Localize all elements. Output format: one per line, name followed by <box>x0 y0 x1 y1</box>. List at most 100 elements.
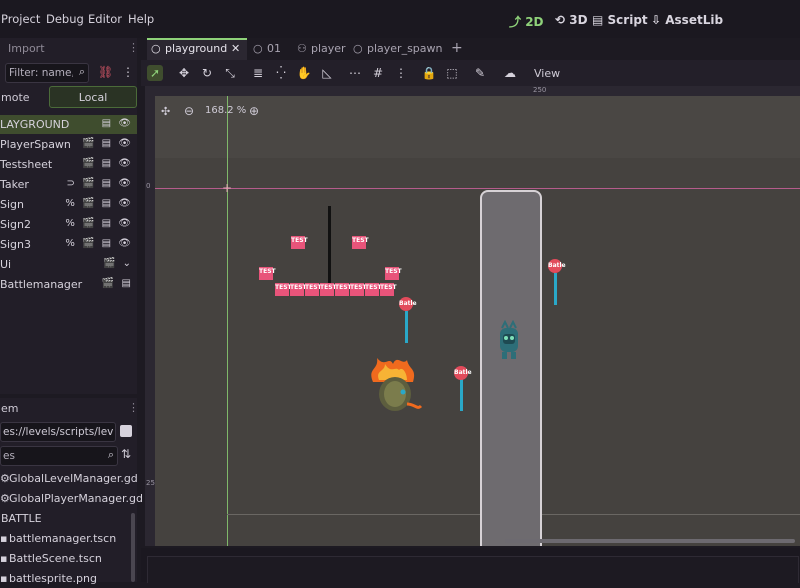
instance-scene-icon[interactable]: ⛓ <box>98 65 113 79</box>
tree-node-battlemanager[interactable]: Battlemanager 🎬 ▤ <box>0 275 137 294</box>
file-item[interactable]: ▪ BattleScene.tscn <box>0 549 137 568</box>
list-select-icon[interactable]: ≣ <box>250 65 266 81</box>
tree-node-ui[interactable]: Ui 🎬 ⌄ <box>0 255 137 274</box>
grid-snap-icon[interactable]: # <box>370 65 386 81</box>
pole-sprite[interactable] <box>328 206 331 284</box>
more-options-icon[interactable]: ⋮ <box>393 65 409 81</box>
test-block[interactable]: TEST <box>352 236 369 249</box>
scene-options-icon[interactable]: ⋮ <box>122 65 134 79</box>
scale-tool-icon[interactable]: ⤡ <box>222 65 238 81</box>
move-tool-icon[interactable]: ✥ <box>176 65 192 81</box>
zoom-out-icon[interactable]: ⊖ <box>184 104 194 118</box>
close-icon[interactable]: ✕ <box>231 42 240 55</box>
test-block[interactable]: TEST <box>291 236 308 249</box>
file-item[interactable]: ⚙ GlobalLevelManager.gd <box>0 469 138 488</box>
mode-assetlib-button[interactable]: ⇩ AssetLib <box>651 13 723 27</box>
tree-node-testsheet[interactable]: Testsheet 🎬 ▤ 👁 <box>0 155 137 174</box>
node-icons[interactable]: % 🎬 ▤ 👁 <box>65 198 133 209</box>
bone-icon[interactable]: ✎ <box>472 65 488 81</box>
lock-icon[interactable]: 🔒 <box>421 65 437 81</box>
center-view-icon[interactable]: ✣ <box>161 105 170 118</box>
zoom-level[interactable]: 168.2 % <box>205 105 246 116</box>
node-icons[interactable]: % 🎬 ▤ 👁 <box>65 238 133 249</box>
mode-2d-label: 2D <box>525 15 544 29</box>
add-tab-icon[interactable]: + <box>451 40 463 56</box>
tab-playground[interactable]: ○ playground ✕ <box>147 38 247 60</box>
file-name: GlobalLevelManager.gd <box>9 472 138 485</box>
test-block[interactable]: TEST <box>365 283 382 296</box>
tab-label: player <box>311 42 346 55</box>
file-search-input[interactable]: es ⌕ <box>0 446 118 466</box>
dock-menu-icon[interactable]: ⋮ <box>128 41 139 54</box>
tab-player-spawn[interactable]: ○ player_spawn <box>351 38 443 60</box>
menu-project[interactable]: Project <box>1 12 40 26</box>
pan-tool-icon[interactable]: ✋ <box>296 65 312 81</box>
node-icons[interactable]: 🎬 ▤ 👁 <box>82 138 133 149</box>
tree-node-playground[interactable]: LAYGROUND ▤ 👁 <box>0 115 137 134</box>
tree-node-label: Sign2 <box>0 218 31 231</box>
sort-icon[interactable]: ⇅ <box>121 447 131 461</box>
test-block[interactable]: TEST <box>320 283 337 296</box>
path-input[interactable]: es://levels/scripts/level.g <box>0 422 116 442</box>
tree-node-sign2[interactable]: Sign2 % 🎬 ▤ 👁 <box>0 215 137 234</box>
mode-assetlib-label: AssetLib <box>665 13 724 27</box>
node-icons[interactable]: 🎬 ▤ <box>102 278 133 289</box>
file-item[interactable]: ▪ battlesprite.png <box>0 569 137 588</box>
tree-node-label: Sign3 <box>0 238 31 251</box>
zoom-in-icon[interactable]: ⊕ <box>249 104 259 118</box>
sign-sprite[interactable]: Batle <box>454 366 472 380</box>
sign-sprite[interactable]: Batle <box>399 297 417 311</box>
enemy-sprite[interactable] <box>363 352 425 414</box>
mode-3d-button[interactable]: ⟲ 3D <box>555 13 588 27</box>
test-block[interactable]: TEST <box>335 283 352 296</box>
select-tool-icon[interactable]: ➚ <box>147 65 163 81</box>
ruler-tool-icon[interactable]: ◺ <box>319 65 335 81</box>
test-block[interactable]: TEST <box>259 267 276 280</box>
tree-node-sign[interactable]: Sign % 🎬 ▤ 👁 <box>0 195 137 214</box>
test-block[interactable]: TEST <box>305 283 322 296</box>
node-icons[interactable]: % 🎬 ▤ 👁 <box>65 218 133 229</box>
node-icons[interactable]: 🎬 ⌄ <box>103 258 133 269</box>
tree-node-sign3[interactable]: Sign3 % 🎬 ▤ 👁 <box>0 235 137 254</box>
menu-debug[interactable]: Debug <box>46 12 84 26</box>
file-name: GlobalPlayerManager.gd <box>9 492 143 505</box>
dock-menu-icon[interactable]: ⋮ <box>128 401 139 414</box>
node-icons[interactable]: 🎬 ▤ 👁 <box>82 158 133 169</box>
scene-filter-input[interactable]: Filter: name, t ⌕ <box>5 63 89 83</box>
mode-script-button[interactable]: ▤ Script <box>592 13 648 27</box>
file-item[interactable]: ▪ battlemanager.tscn <box>0 529 137 548</box>
horizontal-scrollbar[interactable] <box>505 539 795 543</box>
rotate-tool-icon[interactable]: ↻ <box>199 65 215 81</box>
road-sprite[interactable] <box>480 190 542 546</box>
tree-node-taker[interactable]: Taker ⊃ 🎬 ▤ 👁 <box>0 175 137 194</box>
image-file-icon: ▪ <box>0 572 8 585</box>
mode-2d-button[interactable]: ⤴ 2D <box>509 13 544 30</box>
remote-tab[interactable]: mote <box>1 91 30 104</box>
folder-item[interactable]: BATTLE <box>0 509 137 528</box>
cloud-icon[interactable]: ☁ <box>502 65 518 81</box>
tab-player[interactable]: ⚇ player <box>295 38 346 60</box>
view-menu-button[interactable]: View <box>534 67 560 80</box>
test-block[interactable]: TEST <box>385 267 402 280</box>
toggle-split-icon[interactable] <box>120 425 132 437</box>
scrollbar[interactable] <box>131 513 135 582</box>
menu-editor[interactable]: Editor <box>88 12 122 26</box>
node-icons[interactable]: ▤ 👁 <box>102 118 133 129</box>
canvas-viewport[interactable]: ✣ ⊖ 168.2 % ⊕ + TEST TEST TEST TEST TEST… <box>155 96 800 546</box>
pivot-tool-icon[interactable]: ⁛ <box>273 65 289 81</box>
test-block[interactable]: TEST <box>290 283 307 296</box>
smart-snap-icon[interactable]: ⋯ <box>347 65 363 81</box>
tab-01[interactable]: ○ 01 <box>251 38 291 60</box>
tree-node-playerspawn[interactable]: PlayerSpawn 🎬 ▤ 👁 <box>0 135 137 154</box>
test-block[interactable]: TEST <box>350 283 367 296</box>
local-tab[interactable]: Local <box>49 86 137 108</box>
file-item[interactable]: ⚙ GlobalPlayerManager.gd <box>0 489 143 508</box>
test-block[interactable]: TEST <box>380 283 397 296</box>
import-tab[interactable]: Import <box>8 42 45 55</box>
group-icon[interactable]: ⬚ <box>444 65 460 81</box>
node-icons[interactable]: ⊃ 🎬 ▤ 👁 <box>66 178 133 189</box>
menu-help[interactable]: Help <box>128 12 154 26</box>
sign-sprite[interactable]: Batle <box>548 259 566 273</box>
test-block[interactable]: TEST <box>275 283 292 296</box>
player-sprite[interactable] <box>494 319 524 364</box>
